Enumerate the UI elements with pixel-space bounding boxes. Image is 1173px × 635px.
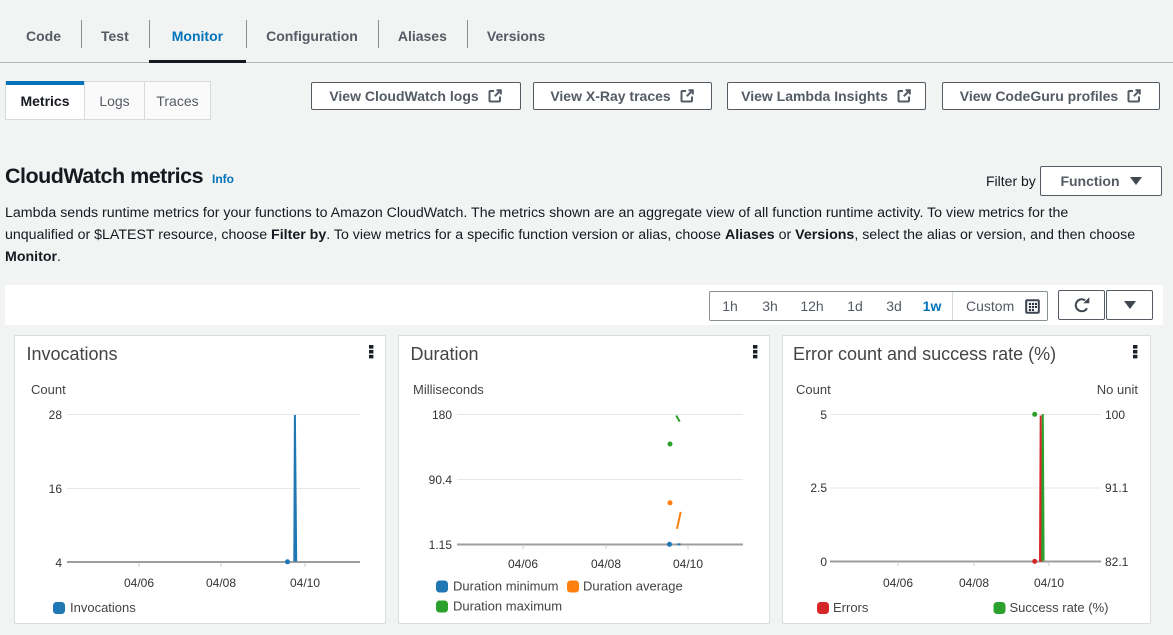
svg-text:Count: Count xyxy=(31,382,66,397)
svg-text:Count: Count xyxy=(796,382,831,397)
svg-text:180: 180 xyxy=(432,408,452,422)
svg-text:Success rate (%): Success rate (%) xyxy=(1010,600,1109,615)
svg-text:Duration maximum: Duration maximum xyxy=(453,599,562,614)
svg-text:5: 5 xyxy=(820,408,827,422)
svg-text:04/06: 04/06 xyxy=(124,576,154,590)
svg-text:Invocations: Invocations xyxy=(27,344,118,364)
svg-text:Invocations: Invocations xyxy=(70,600,136,615)
svg-text:Errors: Errors xyxy=(833,600,869,615)
svg-text:2.5: 2.5 xyxy=(810,481,827,495)
svg-text:90.4: 90.4 xyxy=(429,473,453,487)
svg-text:04/08: 04/08 xyxy=(959,576,989,590)
svg-text:Error count and success rate (: Error count and success rate (%) xyxy=(793,344,1056,364)
svg-text:Duration average: Duration average xyxy=(583,579,683,594)
svg-text:1.15: 1.15 xyxy=(429,538,453,552)
svg-text:0: 0 xyxy=(820,555,827,569)
svg-text:04/06: 04/06 xyxy=(883,576,913,590)
svg-text:Duration minimum: Duration minimum xyxy=(453,579,558,594)
svg-text:04/06: 04/06 xyxy=(508,557,538,571)
svg-text:16: 16 xyxy=(49,482,63,496)
svg-text:04/10: 04/10 xyxy=(673,557,703,571)
svg-text:82.1: 82.1 xyxy=(1105,555,1129,569)
svg-text:04/08: 04/08 xyxy=(206,576,236,590)
svg-text:04/10: 04/10 xyxy=(1034,576,1064,590)
svg-text:4: 4 xyxy=(55,556,62,570)
svg-text:No unit: No unit xyxy=(1097,382,1139,397)
svg-text:Milliseconds: Milliseconds xyxy=(413,382,484,397)
svg-text:Duration: Duration xyxy=(411,344,479,364)
svg-text:04/10: 04/10 xyxy=(290,576,320,590)
svg-text:04/08: 04/08 xyxy=(591,557,621,571)
svg-text:28: 28 xyxy=(49,408,63,422)
svg-text:91.1: 91.1 xyxy=(1105,481,1129,495)
svg-text:100: 100 xyxy=(1105,408,1125,422)
